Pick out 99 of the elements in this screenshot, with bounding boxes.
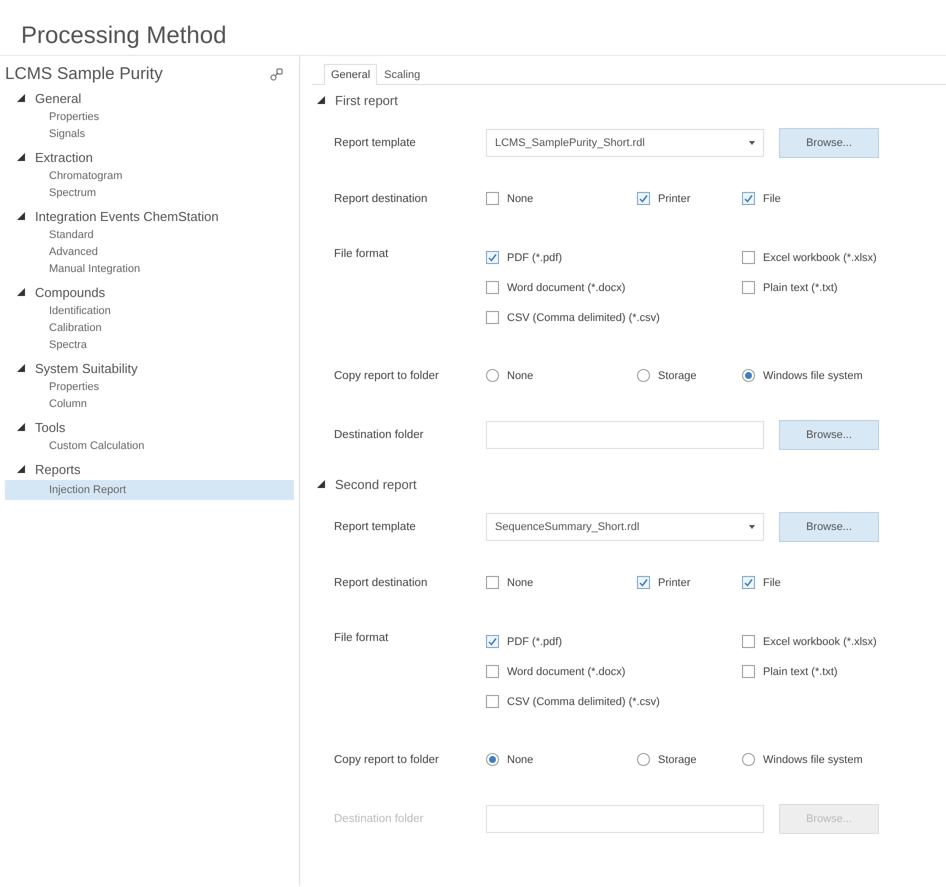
checkbox[interactable] [742, 251, 755, 264]
checkbox-label: None [507, 192, 534, 204]
field-label: Destination folder [334, 429, 424, 441]
field-label: File format [334, 632, 390, 644]
radio-button[interactable] [486, 369, 499, 382]
method-title: LCMS Sample Purity [5, 64, 163, 84]
field-label: Report destination [334, 576, 428, 588]
radio-label: None [507, 370, 534, 382]
radio-label: Storage [658, 754, 697, 766]
tree-group[interactable]: General [35, 90, 82, 106]
expanded-triangle-icon[interactable] [317, 480, 325, 488]
expanded-triangle-icon[interactable] [17, 212, 25, 220]
checkbox-label: Plain text (*.txt) [763, 666, 838, 678]
browse-button[interactable]: Browse... [779, 420, 879, 450]
tree-group[interactable]: System Suitability [35, 360, 138, 376]
dropdown-caret-icon[interactable] [749, 141, 755, 145]
tab[interactable]: Scaling [377, 64, 428, 84]
tree-group[interactable]: Integration Events ChemStation [35, 208, 219, 224]
checkbox-label: Printer [658, 192, 690, 204]
expanded-triangle-icon[interactable] [17, 465, 25, 473]
checkbox[interactable] [486, 192, 499, 205]
tree-item[interactable]: Properties [5, 379, 294, 396]
radio-label: Storage [658, 370, 697, 382]
checkbox[interactable] [486, 695, 499, 708]
tree-group[interactable]: Tools [35, 420, 66, 434]
section-title: First report [335, 92, 398, 108]
tree-group[interactable]: Extraction [35, 150, 93, 164]
tree-item[interactable]: Identification [5, 303, 294, 320]
checkbox-label: PDF (*.pdf) [507, 636, 562, 648]
checkbox-label: File [763, 576, 781, 588]
checkbox[interactable] [742, 635, 755, 648]
checkbox-label: None [507, 576, 534, 588]
radio-label: Windows file system [763, 370, 863, 382]
tree-item[interactable]: Chromatogram [5, 168, 294, 185]
tree-group[interactable]: Reports [35, 462, 81, 476]
expanded-triangle-icon[interactable] [17, 288, 25, 296]
tree-item[interactable]: Advanced [5, 244, 294, 261]
template-dropdown[interactable]: SequenceSummary_Short.rdl [486, 513, 764, 541]
radio-label: Windows file system [763, 754, 863, 766]
field-label: File format [334, 248, 390, 260]
checkbox-label: PDF (*.pdf) [507, 252, 562, 264]
tree-item[interactable]: Spectrum [5, 185, 294, 202]
checkbox[interactable] [486, 281, 499, 294]
checkbox-label: Word document (*.docx) [507, 666, 626, 678]
field-label: Report template [334, 137, 417, 149]
expanded-triangle-icon[interactable] [317, 96, 325, 104]
template-dropdown[interactable]: LCMS_SamplePurity_Short.rdl [486, 129, 764, 157]
tree-group[interactable]: Compounds [35, 284, 106, 300]
checkbox[interactable] [742, 281, 755, 294]
tree-item[interactable]: Standard [5, 227, 294, 244]
checkbox-label: Printer [658, 576, 690, 588]
expanded-triangle-icon[interactable] [17, 94, 25, 102]
browse-button[interactable]: Browse... [779, 512, 879, 542]
tree-item[interactable]: Properties [5, 109, 294, 126]
radio-button[interactable] [637, 753, 650, 766]
checkbox-label: Plain text (*.txt) [763, 282, 838, 294]
radio-button[interactable] [742, 753, 755, 766]
tree-item[interactable]: Custom Calculation [5, 438, 294, 455]
checkbox-label: CSV (Comma delimited) (*.csv) [507, 696, 660, 708]
tree-item[interactable]: Signals [5, 126, 294, 143]
checkbox[interactable] [637, 192, 650, 205]
expanded-triangle-icon[interactable] [17, 423, 25, 431]
page-title: Processing Method [20, 21, 228, 51]
checkbox-label: CSV (Comma delimited) (*.csv) [507, 312, 660, 324]
expanded-triangle-icon[interactable] [17, 153, 25, 161]
checkbox[interactable] [486, 251, 499, 264]
checkbox[interactable] [742, 665, 755, 678]
checkbox-label: Excel workbook (*.xlsx) [763, 636, 877, 648]
checkbox[interactable] [637, 576, 650, 589]
tree-item[interactable]: Manual Integration [5, 261, 294, 278]
radio-button[interactable] [486, 753, 499, 766]
radio-button[interactable] [637, 369, 650, 382]
checkbox-label: Word document (*.docx) [507, 282, 626, 294]
tree-item[interactable]: Column [5, 396, 294, 413]
radio-button[interactable] [742, 369, 755, 382]
field-label: Copy report to folder [334, 754, 440, 766]
checkbox[interactable] [486, 576, 499, 589]
checkbox[interactable] [742, 576, 755, 589]
dropdown-caret-icon[interactable] [749, 525, 755, 529]
expanded-triangle-icon[interactable] [17, 364, 25, 372]
tree-item[interactable]: Calibration [5, 320, 294, 337]
browse-button[interactable]: Browse... [779, 128, 879, 158]
tree-item[interactable]: Injection Report [5, 480, 294, 500]
checkbox[interactable] [742, 192, 755, 205]
field-label: Destination folder [334, 813, 424, 825]
checkbox-label: Excel workbook (*.xlsx) [763, 252, 877, 264]
field-label: Report destination [334, 192, 428, 204]
checkbox[interactable] [486, 311, 499, 324]
radio-label: None [507, 754, 534, 766]
field-label: Copy report to folder [334, 370, 440, 382]
checkbox-label: File [763, 192, 781, 204]
checkbox[interactable] [486, 635, 499, 648]
tree-item[interactable]: Spectra [5, 337, 294, 354]
tab[interactable]: General [324, 64, 378, 85]
checkbox[interactable] [486, 665, 499, 678]
field-label: Report template [334, 521, 417, 533]
folder-input[interactable] [486, 421, 764, 449]
section-title: Second report [335, 476, 417, 492]
linked-squares-icon[interactable] [270, 68, 283, 80]
